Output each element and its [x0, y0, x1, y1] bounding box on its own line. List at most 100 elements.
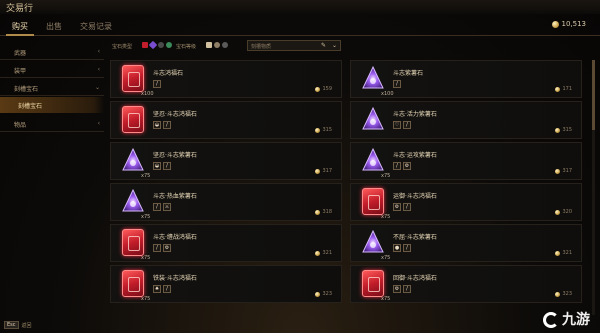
- grade-filter-icon-2[interactable]: [214, 42, 220, 48]
- price-value: 317: [562, 168, 572, 174]
- attribute-icon: ⚙: [163, 244, 171, 252]
- item-name: 斗志紫薯石: [393, 70, 424, 77]
- item-quantity: x75: [381, 255, 391, 261]
- listing-card[interactable]: 斗志紫薯石 / x100 171: [350, 60, 582, 98]
- item-price: 317: [315, 168, 332, 174]
- item-tags: ⚙ /: [393, 285, 411, 293]
- tab-sell[interactable]: 出售: [40, 19, 68, 34]
- gem-grade-filter[interactable]: 宝石等级: [176, 43, 196, 50]
- attribute-icon: /: [393, 80, 401, 88]
- tab-history[interactable]: 交易记录: [74, 19, 118, 34]
- attribute-icon: /: [153, 80, 161, 88]
- coin-icon: [555, 86, 561, 92]
- listing-card[interactable]: 坚忍·斗志鸿福石 ◒/ 315: [110, 101, 342, 139]
- item-price: 315: [555, 127, 572, 133]
- gray-gem-filter-icon[interactable]: [158, 42, 164, 48]
- sidebar-item-slot-gems[interactable]: 刻槽宝石 ⌄: [0, 80, 104, 96]
- sidebar-item-label: 武器: [14, 50, 27, 57]
- listing-card[interactable]: 回御·斗志鸿福石 ⚙ / x75 323: [350, 265, 582, 303]
- item-quantity: x75: [381, 296, 391, 302]
- item-name: 铁装·斗志鸿福石: [153, 275, 197, 282]
- gem-type-filter[interactable]: 宝石类型: [112, 43, 132, 50]
- pencil-icon[interactable]: ✎: [321, 42, 326, 49]
- search-input[interactable]: 刻槽物质 ✎ ⌄: [247, 40, 341, 51]
- listing-card[interactable]: 斗志·缠战鸿福石 / ⚙ x75 321: [110, 224, 342, 262]
- item-quantity: x100: [381, 91, 394, 97]
- sidebar-item-weapon[interactable]: 武器 ‹: [0, 44, 104, 60]
- tab-buy[interactable]: 购买: [6, 19, 34, 36]
- purple-triangle-gem-icon: [362, 229, 384, 253]
- grade-filter-icon-3[interactable]: [222, 42, 228, 48]
- price-value: 317: [322, 168, 332, 174]
- red-gem-icon: [122, 229, 144, 256]
- esc-key-hint[interactable]: Esc: [4, 321, 19, 329]
- item-name: 坚忍·斗志鸿福石: [153, 111, 197, 118]
- gem-inner-icon: [128, 277, 140, 292]
- red-gem-filter-icon[interactable]: [142, 42, 148, 48]
- back-label: 返回: [21, 322, 32, 329]
- sidebar-item-goods[interactable]: 物品 ‹: [0, 116, 104, 132]
- purple-gem-icon: [122, 188, 144, 215]
- listing-card[interactable]: 运御·斗志鸿福石 ⚙ / x75 320: [350, 183, 582, 221]
- coin-icon: [315, 209, 321, 215]
- sidebar-subitem-slot-gems[interactable]: 刻槽宝石: [0, 97, 104, 113]
- item-name: 运御·斗志鸿福石: [393, 193, 437, 200]
- attribute-icon: ●: [393, 244, 401, 252]
- purple-gem-icon: [362, 147, 384, 174]
- item-price: 320: [555, 209, 572, 215]
- purple-gem-filter-icon[interactable]: [148, 40, 158, 50]
- attribute-icon: ⚙: [393, 285, 401, 293]
- item-price: 318: [315, 209, 332, 215]
- listing-card[interactable]: 斗志·活力紫薯石 ♡/ 315: [350, 101, 582, 139]
- attribute-icon: /: [163, 121, 171, 129]
- category-sidebar: 武器 ‹ 装甲 ‹ 刻槽宝石 ⌄ 刻槽宝石 物品 ‹: [0, 40, 104, 325]
- chevron-down-icon[interactable]: ⌄: [332, 42, 337, 49]
- item-tags: / ⚙: [153, 244, 171, 252]
- attribute-icon: ♠: [153, 285, 161, 293]
- window-title: 交易行: [6, 4, 34, 14]
- scrollbar-thumb[interactable]: [592, 60, 595, 130]
- purple-gem-icon: [362, 106, 384, 133]
- item-quantity: x100: [141, 91, 154, 97]
- purple-triangle-gem-icon: [122, 147, 144, 171]
- gem-inner-icon: [368, 277, 380, 292]
- item-name: 坚忍·斗志紫薯石: [153, 152, 197, 159]
- attribute-icon: /: [393, 162, 401, 170]
- listing-card[interactable]: 铁装·斗志鸿福石 ♠ / x75 323: [110, 265, 342, 303]
- green-gem-filter-icon[interactable]: [166, 42, 172, 48]
- item-name: 斗志鸿福石: [153, 70, 184, 77]
- listing-card[interactable]: 斗志·运攻紫薯石 / ⚙ x75 317: [350, 142, 582, 180]
- item-name: 斗志·活力紫薯石: [393, 111, 437, 118]
- price-value: 159: [322, 86, 332, 92]
- listing-card[interactable]: 斗志鸿福石 / x100 159: [110, 60, 342, 98]
- attribute-icon: ⚙: [403, 162, 411, 170]
- price-value: 315: [562, 127, 572, 133]
- item-price: 323: [315, 291, 332, 297]
- listing-card[interactable]: 斗志·热血紫薯石 / ⚔ x75 318: [110, 183, 342, 221]
- grade-filter-icon[interactable]: [206, 42, 212, 48]
- attribute-icon: /: [153, 203, 161, 211]
- listing-card[interactable]: 坚忍·斗志紫薯石 ◒ / x75 317: [110, 142, 342, 180]
- item-tags: ◒ /: [153, 121, 171, 129]
- watermark: 九游: [543, 309, 590, 329]
- listing-card[interactable]: 不屈·斗志紫薯石 ● / x75 321: [350, 224, 582, 262]
- coin-icon: [555, 209, 561, 215]
- chevron-left-icon: ‹: [97, 66, 100, 73]
- gem-inner-icon: [128, 72, 140, 87]
- item-price: 159: [315, 86, 332, 92]
- sidebar-item-armor[interactable]: 装甲 ‹: [0, 62, 104, 78]
- item-quantity: x75: [141, 173, 151, 179]
- price-value: 323: [322, 291, 332, 297]
- attribute-icon: /: [403, 285, 411, 293]
- item-name: 回御·斗志鸿福石: [393, 275, 437, 282]
- attribute-icon: /: [403, 244, 411, 252]
- scrollbar[interactable]: [592, 60, 595, 315]
- attribute-icon: ◒: [153, 162, 161, 170]
- game-window: 交易行 购买 出售 交易记录 10,513 武器 ‹ 装甲 ‹ 刻槽宝石 ⌄ 刻…: [0, 0, 600, 333]
- chevron-left-icon: ‹: [97, 120, 100, 127]
- gem-inner-icon: [368, 195, 380, 210]
- red-gem-icon: [122, 106, 144, 133]
- attribute-icon: /: [163, 162, 171, 170]
- coin-icon: [315, 168, 321, 174]
- coin-icon: [315, 86, 321, 92]
